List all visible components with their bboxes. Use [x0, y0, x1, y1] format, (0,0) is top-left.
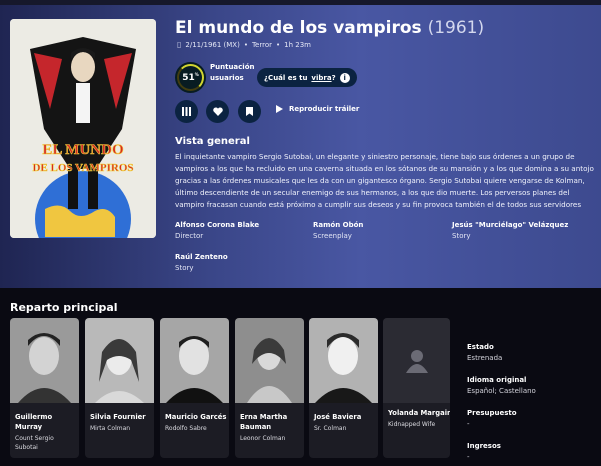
poster-title-line-2: DE LOS VAMPIROS	[32, 162, 133, 174]
runtime: 1h 23m	[284, 40, 311, 49]
cast-card[interactable]: Erna Martha Bauman Leonor Colman	[235, 318, 304, 458]
movie-year: (1961)	[427, 18, 485, 38]
fact-status: Estado Estrenada	[467, 343, 503, 362]
page-title: El mundo de los vampiros (1961)	[175, 18, 484, 38]
bullet: •	[243, 40, 248, 49]
cast-name: Guillermo Murray	[15, 413, 53, 431]
add-to-list-button[interactable]	[175, 100, 198, 123]
crew-member: Alfonso Corona Blake Director	[175, 221, 259, 240]
crew-role: Story	[452, 232, 471, 240]
cast-character: Rodolfo Sabre	[165, 425, 207, 432]
crew-role: Director	[175, 232, 204, 240]
cast-character: Sr. Colman	[314, 425, 347, 432]
fact-budget: Presupuesto -	[467, 409, 517, 428]
poster-illustration: EL MUNDO DE LOS VAMPIROS	[10, 19, 156, 238]
crew-name[interactable]: Jesús "Murciélago" Velázquez	[452, 221, 568, 229]
calendar-icon: ▯	[177, 40, 182, 49]
cast-card[interactable]: Yolanda Margain Kidnapped Wife	[383, 318, 450, 458]
cast-character: Leonor Colman	[240, 435, 286, 442]
bookmark-icon	[246, 107, 253, 116]
crew-name[interactable]: Alfonso Corona Blake	[175, 221, 259, 229]
favorite-button[interactable]	[206, 100, 229, 123]
cast-photo	[160, 318, 229, 403]
cast-card[interactable]: Mauricio Garcés Rodolfo Sabre	[160, 318, 229, 458]
cast-character: Kidnapped Wife	[388, 421, 436, 428]
crew-name[interactable]: Raúl Zenteno	[175, 253, 228, 261]
cast-name: Mauricio Garcés	[165, 413, 227, 421]
movie-title[interactable]: El mundo de los vampiros	[175, 18, 422, 38]
fact-revenue: Ingresos -	[467, 442, 501, 461]
cast-photo	[10, 318, 79, 403]
cast-photo-placeholder	[383, 318, 450, 403]
cast-name: José Baviera	[314, 413, 362, 421]
movie-poster[interactable]: EL MUNDO DE LOS VAMPIROS	[10, 19, 156, 238]
cast-photo	[309, 318, 378, 403]
play-icon	[276, 105, 283, 113]
movie-facts: ▯ 2/11/1961 (MX) • Terror • 1h 23m	[177, 40, 311, 49]
crew-member: Ramón Obón Screenplay	[313, 221, 363, 240]
heart-icon	[212, 107, 223, 116]
cast-card[interactable]: Silvia Fournier Mirta Colman	[85, 318, 154, 458]
crew-role: Story	[175, 264, 194, 272]
cast-card[interactable]: Guillermo Murray Count Sergio Subotai	[10, 318, 79, 458]
cast-name: Yolanda Margain	[388, 409, 450, 417]
top-bar	[0, 0, 601, 5]
score-value: 51%	[182, 72, 199, 83]
crew-member: Jesús "Murciélago" Velázquez Story	[452, 221, 568, 240]
cast-photo	[85, 318, 154, 403]
crew-role: Screenplay	[313, 232, 352, 240]
overview-text: El inquietante vampiro Sergio Sutobai, u…	[175, 152, 594, 209]
person-icon	[405, 349, 428, 373]
bullet: •	[276, 40, 281, 49]
info-icon: i	[339, 72, 350, 83]
release-date: 2/11/1961 (MX)	[185, 40, 240, 49]
cast-name: Silvia Fournier	[90, 413, 146, 421]
crew-member: Raúl Zenteno Story	[175, 253, 228, 272]
score-label: Puntuación usuarios	[210, 63, 255, 82]
play-trailer-button[interactable]: Reproducir tráiler	[276, 105, 359, 113]
cast-character: Mirta Colman	[90, 425, 131, 432]
list-icon	[182, 107, 191, 116]
poster-title-line-1: EL MUNDO	[42, 142, 123, 158]
fact-language: Idioma original Español; Castellano	[467, 376, 536, 395]
vibe-button[interactable]: ¿Cuál es tu vibra? i	[257, 68, 357, 87]
cast-heading: Reparto principal	[10, 301, 118, 314]
cast-card[interactable]: José Baviera Sr. Colman	[309, 318, 378, 458]
user-score-chart[interactable]: 51%	[175, 62, 206, 93]
cast-character: Count Sergio Subotai	[15, 435, 54, 451]
cast-photo	[235, 318, 304, 403]
genre-link[interactable]: Terror	[252, 41, 272, 49]
watchlist-button[interactable]	[238, 100, 261, 123]
cast-name: Erna Martha Bauman	[240, 413, 288, 431]
crew-name[interactable]: Ramón Obón	[313, 221, 363, 229]
overview-heading: Vista general	[175, 136, 250, 147]
